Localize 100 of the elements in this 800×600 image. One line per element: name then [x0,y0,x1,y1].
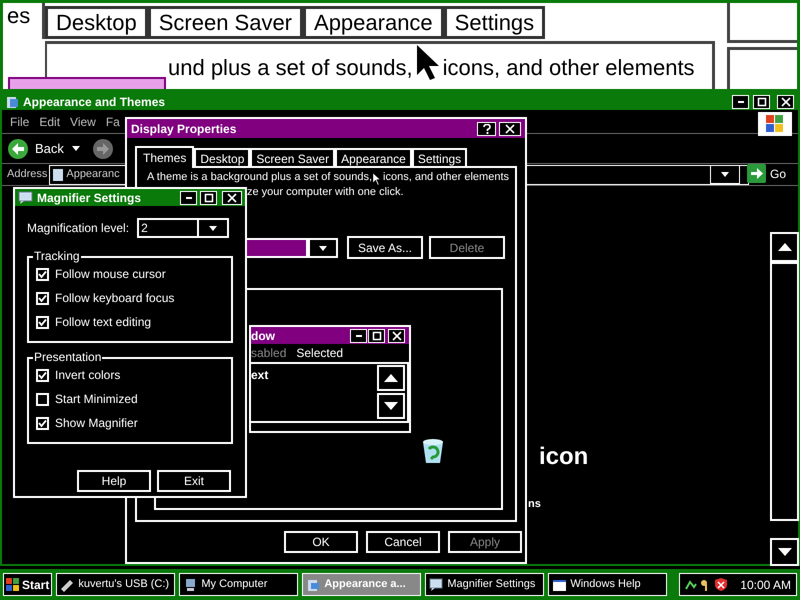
question-mark-icon [482,124,490,134]
windows-logo-icon [6,578,20,592]
restore-button[interactable] [753,95,770,109]
checkbox[interactable] [36,268,49,280]
dropdown-arrow-icon [209,226,218,230]
close-button[interactable] [499,122,521,136]
close-icon [390,330,402,342]
up-arrow-icon [384,374,398,382]
description-text: ze your computer with one click. [247,186,405,199]
taskbar-button[interactable]: Windows Help [548,573,668,596]
window-icon [552,578,566,592]
menu-item[interactable]: View [70,112,96,130]
magnified-tab[interactable]: Appearance [303,6,444,39]
tab[interactable]: Appearance [335,148,412,166]
body-text: ns [528,497,541,512]
scroll-up-button[interactable] [770,232,799,262]
checkbox[interactable] [36,316,49,328]
minimize-icon [186,196,192,198]
checkbox[interactable] [36,368,49,382]
maximize-button[interactable] [368,328,385,342]
maximize-icon [756,96,768,108]
maximize-button[interactable] [200,190,217,204]
up-arrow-icon [778,243,792,251]
checkbox-label: Invert colors [55,367,120,384]
checkmark-icon [38,318,47,326]
recycle-bin-icon [420,437,446,465]
checkmark-icon [38,370,47,380]
scrollbar-track[interactable] [770,262,799,521]
checkmark-icon [38,270,47,278]
dialog-button[interactable]: Cancel [366,531,440,553]
tab[interactable]: Screen Saver [250,148,336,166]
checkbox[interactable] [36,392,49,406]
checkbox-label: Start Minimized [55,391,138,408]
group-title: Presentation [33,350,102,364]
dropdown-arrow-icon [72,146,80,151]
taskbar-button[interactable]: Magnifier Settings [425,573,544,596]
checkbox[interactable] [36,292,49,304]
theme-dropdown-button[interactable] [308,238,338,258]
dialog-button[interactable]: Help [77,470,151,492]
computer-icon [183,578,198,592]
address-dropdown-button[interactable] [710,165,740,184]
checkmark-icon [38,294,47,302]
magnified-window-frame [727,3,797,43]
minimize-icon [738,101,744,103]
down-arrow-icon [384,402,398,410]
tab[interactable]: Settings [412,148,468,166]
magnified-tab[interactable]: Screen Saver [148,6,304,39]
window-title: Appearance and Themes [23,94,166,111]
close-icon [226,192,238,204]
section-heading: icon [539,442,588,472]
dropdown-arrow-icon [319,246,327,250]
start-button[interactable]: Start [3,573,52,596]
maximize-icon [202,192,214,204]
tab[interactable]: Desktop [194,148,250,166]
tab[interactable]: Themes [135,146,194,168]
checkbox-label: Follow mouse cursor [55,266,166,283]
taskbar-button[interactable]: kuvertu's USB (C:) [56,573,176,596]
minimize-button[interactable] [180,190,197,204]
speech-bubble-icon [429,578,444,592]
menu-item[interactable]: File [10,112,30,130]
scroll-down-button[interactable] [770,538,799,566]
folder-icon [306,578,320,592]
magnified-description: und plus a set of sounds, [168,54,413,81]
dialog-button[interactable]: Exit [157,470,231,492]
back-button[interactable]: Back [7,138,64,160]
checkbox-label: Follow keyboard focus [55,290,174,307]
close-icon [504,122,516,134]
theme-dropdown[interactable] [246,238,308,258]
magnified-tab[interactable]: Settings [444,6,546,39]
taskbar-button[interactable]: Appearance a... [302,573,422,596]
go-button[interactable]: Go [747,164,786,183]
mouse-pointer-icon [372,172,382,186]
taskbar-button[interactable]: My Computer [179,573,298,596]
minimize-button[interactable] [350,328,367,342]
dialog-button[interactable]: OK [284,531,358,553]
clock: 10:00 AM [740,576,791,594]
close-button[interactable] [388,328,405,342]
forward-button-icon [92,138,114,160]
windows-logo-icon [758,112,792,136]
preview-menu-item: sabled [251,345,286,362]
field-label: Magnification level: [27,220,130,237]
menu-item[interactable]: Edit [39,112,60,130]
magnified-tab[interactable]: Desktop [45,6,148,39]
minimize-button[interactable] [732,95,749,109]
dropdown-arrow-icon [721,172,729,177]
help-button[interactable] [477,122,496,136]
dialog-title: Magnifier Settings [37,190,142,206]
close-button[interactable] [777,95,794,109]
folder-icon [6,96,19,108]
magnification-dropdown[interactable]: 2 [137,218,230,238]
menu-item[interactable]: Fa [106,112,120,130]
theme-button[interactable]: Save As... [347,236,423,259]
description-text: A theme is a background plus a set of sounds, [147,171,372,184]
checkmark-icon [38,418,47,428]
page-icon [52,168,64,182]
minimize-icon [356,334,362,336]
down-arrow-icon [778,548,792,556]
dialog-title: Display Properties [131,120,238,138]
checkbox[interactable] [36,416,49,430]
close-button[interactable] [222,190,242,204]
